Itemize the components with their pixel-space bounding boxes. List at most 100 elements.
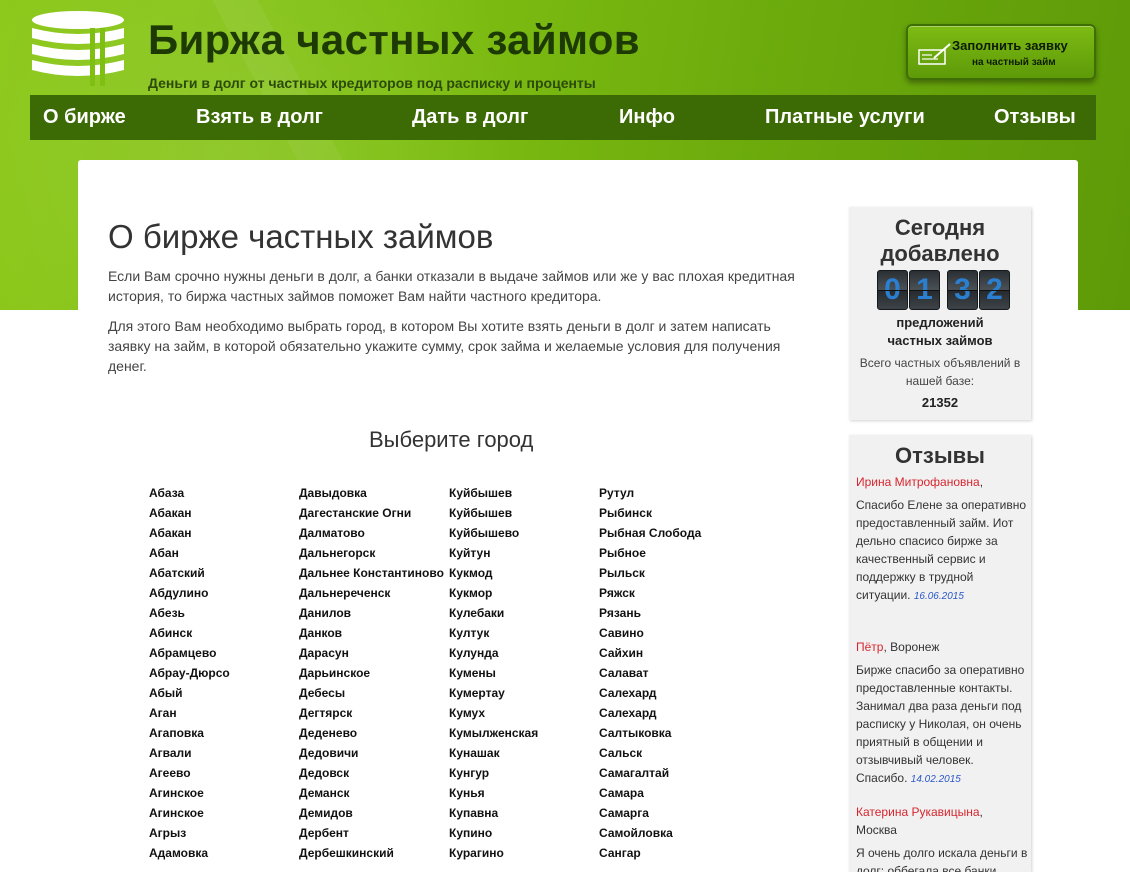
city-link[interactable]: Абдулино [149,586,208,600]
city-link[interactable]: Деманск [299,786,350,800]
city-link[interactable]: Салехард [599,706,656,720]
city-link[interactable]: Агинское [149,786,204,800]
city-link[interactable]: Рыльск [599,566,645,580]
review-author[interactable]: Пётр [856,640,883,654]
city-link[interactable]: Салтыковка [599,726,671,740]
city-list-item: Кумылженская [449,723,538,743]
city-link[interactable]: Куйтун [449,546,490,560]
nav-lend[interactable]: Дать в долг [412,95,528,140]
city-link[interactable]: Култук [449,626,489,640]
city-link[interactable]: Савино [599,626,644,640]
city-link[interactable]: Рыбное [599,546,646,560]
city-list-item: Агинское [149,803,230,823]
city-link[interactable]: Дальнее Константиново [299,566,444,580]
nav-reviews[interactable]: Отзывы [994,95,1076,140]
city-link[interactable]: Абый [149,686,183,700]
city-link[interactable]: Агеево [149,766,191,780]
city-link[interactable]: Куйбышев [449,486,512,500]
city-link[interactable]: Купавна [449,806,498,820]
city-list-item: Аган [149,703,230,723]
city-link[interactable]: Абан [149,546,179,560]
city-link[interactable]: Дедовичи [299,746,358,760]
city-link[interactable]: Агвали [149,746,192,760]
city-link[interactable]: Абрау-Дюрсо [149,666,230,680]
city-link[interactable]: Абаза [149,486,184,500]
city-link[interactable]: Рыбинск [599,506,652,520]
city-list-item: Рыбная Слобода [599,523,701,543]
city-link[interactable]: Демидов [299,806,353,820]
city-link[interactable]: Абакан [149,506,192,520]
city-link[interactable]: Адамовка [149,846,208,860]
city-link[interactable]: Кунашак [449,746,500,760]
city-list-item: Кумертау [449,683,538,703]
city-link[interactable]: Самойловка [599,826,673,840]
city-link[interactable]: Купино [449,826,492,840]
city-link[interactable]: Дарьинское [299,666,370,680]
city-link[interactable]: Кукмод [449,566,493,580]
nav-borrow[interactable]: Взять в долг [196,95,323,140]
city-list-item: Абакан [149,503,230,523]
city-link[interactable]: Дербешкинский [299,846,394,860]
city-link[interactable]: Самагалтай [599,766,669,780]
city-link[interactable]: Агинское [149,806,204,820]
city-link[interactable]: Абрамцево [149,646,216,660]
city-link[interactable]: Деденево [299,726,357,740]
nav-paid-services[interactable]: Платные услуги [765,95,925,140]
city-link[interactable]: Дарасун [299,646,349,660]
city-link[interactable]: Дедовск [299,766,349,780]
city-link[interactable]: Куйбышев [449,506,512,520]
city-link[interactable]: Абинск [149,626,192,640]
city-link[interactable]: Кунгур [449,766,489,780]
site-title: Биржа частных займов [148,16,640,63]
city-link[interactable]: Курагино [449,846,504,860]
city-link[interactable]: Дербент [299,826,349,840]
city-link[interactable]: Кумух [449,706,485,720]
city-link[interactable]: Рыбная Слобода [599,526,701,540]
city-link[interactable]: Дагестанские Огни [299,506,411,520]
city-link[interactable]: Дальнегорск [299,546,375,560]
nav-info[interactable]: Инфо [619,95,675,140]
city-link[interactable]: Рязань [599,606,641,620]
review-author[interactable]: Катерина Рукавицына [856,805,980,819]
city-link[interactable]: Сальск [599,746,642,760]
city-list-item: Кукмод [449,563,538,583]
city-link[interactable]: Кумылженская [449,726,538,740]
city-link[interactable]: Куйбышево [449,526,519,540]
city-link[interactable]: Дальнереченск [299,586,390,600]
city-link[interactable]: Сангар [599,846,641,860]
city-link[interactable]: Кунья [449,786,485,800]
city-link[interactable]: Рутул [599,486,634,500]
city-link[interactable]: Кукмор [449,586,492,600]
city-link[interactable]: Кулебаки [449,606,504,620]
city-link[interactable]: Данков [299,626,342,640]
city-list-item: Дедовичи [299,743,444,763]
city-link[interactable]: Самара [599,786,644,800]
city-link[interactable]: Дегтярск [299,706,352,720]
city-link[interactable]: Абатский [149,566,205,580]
city-link[interactable]: Кумены [449,666,496,680]
coin-stack-icon[interactable] [30,10,126,86]
city-link[interactable]: Дебесы [299,686,345,700]
city-link[interactable]: Самарга [599,806,649,820]
review-author[interactable]: Ирина Митрофановна [856,475,980,489]
nav-about[interactable]: О бирже [43,95,126,140]
city-link[interactable]: Аган [149,706,177,720]
city-link[interactable]: Абезь [149,606,185,620]
review-item: Пётр, Воронеж Бирже спасибо за оперативн… [856,640,1025,785]
city-link[interactable]: Кумертау [449,686,505,700]
city-link[interactable]: Салехард [599,686,656,700]
city-link[interactable]: Агрыз [149,826,186,840]
city-list-item: Абрамцево [149,643,230,663]
city-link[interactable]: Агаповка [149,726,204,740]
city-link[interactable]: Ряжск [599,586,635,600]
city-list-item: Абинск [149,623,230,643]
city-link[interactable]: Данилов [299,606,351,620]
city-link[interactable]: Салават [599,666,649,680]
total-label-line1: Всего частных объявлений в [859,356,1021,370]
apply-button[interactable]: Заполнить заявку на частный займ [906,24,1096,80]
city-link[interactable]: Далматово [299,526,365,540]
city-link[interactable]: Давыдовка [299,486,367,500]
city-link[interactable]: Абакан [149,526,192,540]
city-link[interactable]: Кулунда [449,646,499,660]
city-link[interactable]: Сайхин [599,646,643,660]
